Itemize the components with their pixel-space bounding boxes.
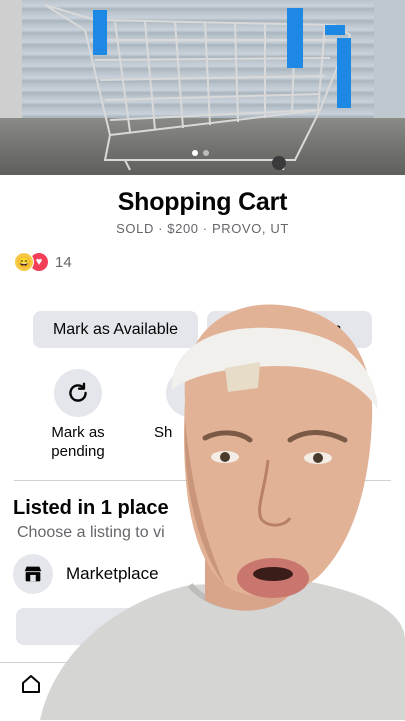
listing-action-button[interactable] [16, 608, 389, 645]
share-icon [166, 369, 214, 417]
photo-wall-post [374, 0, 405, 122]
photo-wall-post [0, 0, 22, 125]
listing-title: Shopping Cart [117, 188, 288, 216]
label-line: pending [51, 443, 105, 460]
pager-dot [203, 150, 209, 156]
photo-pager-dots [192, 150, 209, 156]
relist-item-button[interactable]: Relist this item [207, 311, 372, 348]
share-label: Sh [154, 424, 173, 441]
pager-dot [192, 150, 198, 156]
reactions-summary[interactable]: 😄 ♥ 14 [14, 252, 72, 272]
listed-in-title: Listed in 1 place [13, 497, 169, 519]
reaction-count: 14 [55, 253, 72, 271]
haha-reaction-icon: 😄 [14, 252, 34, 272]
mark-as-available-button[interactable]: Mark as Available [33, 311, 198, 348]
label-line: Mark as [51, 424, 105, 441]
share-button[interactable]: Sh [140, 369, 240, 442]
shopping-cart-image [44, 4, 352, 171]
marketplace-label: Marketplace [66, 564, 159, 583]
mark-as-pending-label: Mark as pending [28, 423, 128, 461]
marketplace-listing-row[interactable]: Marketplace [13, 554, 159, 594]
section-divider [14, 480, 391, 481]
refresh-icon [54, 369, 102, 417]
bottom-tab-bar [0, 662, 405, 721]
marketplace-store-icon [13, 554, 53, 594]
listing-photo[interactable] [0, 0, 405, 175]
mark-as-pending-button[interactable]: Mark as pending [28, 369, 128, 461]
listing-meta: SOLD · $200 · PROVO, UT [116, 221, 289, 236]
home-icon[interactable] [19, 672, 43, 696]
listed-in-subtitle: Choose a listing to vi [17, 524, 165, 541]
